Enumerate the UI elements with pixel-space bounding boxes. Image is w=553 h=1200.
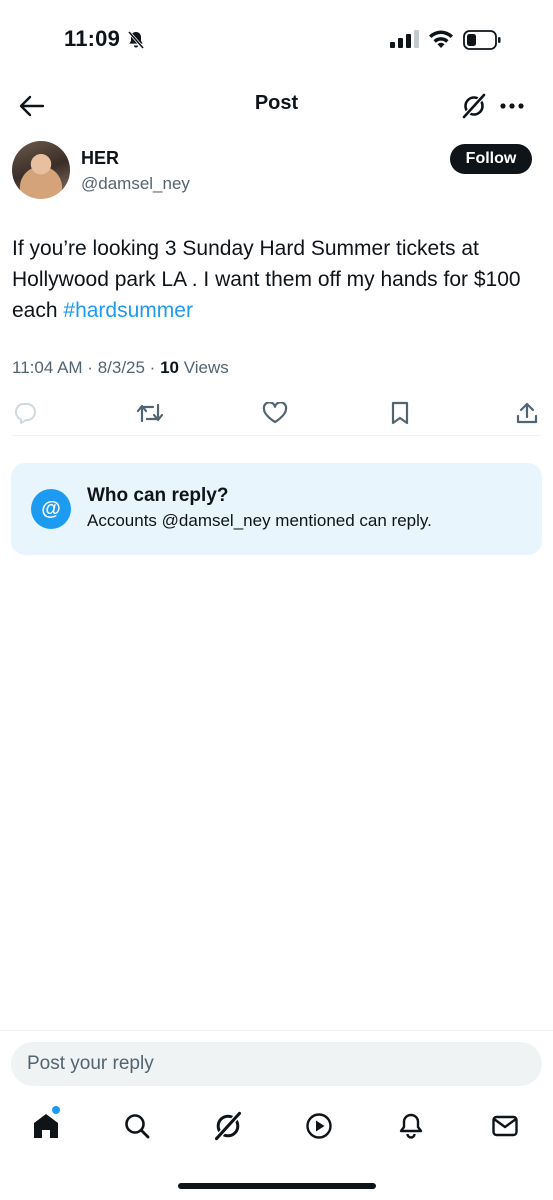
status-time: 11:09 bbox=[64, 26, 121, 51]
post-date: 8/3/25 bbox=[97, 358, 145, 377]
signal-icon bbox=[390, 30, 419, 48]
avatar[interactable] bbox=[12, 141, 70, 199]
divider bbox=[12, 435, 541, 436]
hashtag-link[interactable]: #hardsummer bbox=[63, 299, 193, 322]
repost-button[interactable] bbox=[133, 396, 167, 430]
post-time: 11:04 AM bbox=[12, 358, 83, 377]
reply-icon bbox=[14, 403, 36, 424]
wifi-icon bbox=[429, 30, 453, 48]
like-button[interactable] bbox=[258, 396, 292, 430]
messages-icon bbox=[492, 1115, 518, 1137]
post-meta: 11:04 AM · 8/3/25 · 10 Views bbox=[12, 358, 229, 377]
more-icon bbox=[500, 103, 524, 109]
nav-messages[interactable] bbox=[485, 1106, 525, 1146]
grok-icon bbox=[214, 1111, 242, 1141]
views-count: 10 bbox=[160, 358, 179, 377]
nav-video[interactable] bbox=[299, 1106, 339, 1146]
home-indicator bbox=[178, 1183, 376, 1189]
at-sign-icon: @ bbox=[31, 489, 71, 529]
views-label: Views bbox=[183, 358, 229, 377]
nav-home[interactable] bbox=[26, 1106, 66, 1146]
grok-icon bbox=[462, 93, 486, 119]
video-icon bbox=[306, 1113, 332, 1139]
share-icon bbox=[516, 402, 538, 424]
action-bar bbox=[0, 396, 553, 430]
home-icon bbox=[34, 1114, 58, 1138]
bell-off-icon bbox=[127, 31, 145, 49]
bookmark-button[interactable] bbox=[383, 396, 417, 430]
composer-divider bbox=[0, 1030, 553, 1031]
who-can-reply-title: Who can reply? bbox=[87, 485, 229, 506]
grok-button[interactable] bbox=[456, 88, 492, 124]
more-options-button[interactable] bbox=[494, 88, 530, 124]
home-notification-dot bbox=[52, 1106, 60, 1114]
reply-button[interactable] bbox=[8, 396, 42, 430]
reply-input[interactable] bbox=[11, 1042, 542, 1086]
nav-grok[interactable] bbox=[208, 1106, 248, 1146]
nav-notifications[interactable] bbox=[391, 1106, 431, 1146]
bookmark-icon bbox=[391, 401, 409, 425]
share-button[interactable] bbox=[510, 396, 544, 430]
who-can-reply-card bbox=[11, 463, 542, 555]
author-handle[interactable]: @damsel_ney bbox=[81, 174, 190, 194]
repost-icon bbox=[136, 403, 164, 423]
follow-button[interactable]: Follow bbox=[450, 144, 532, 174]
search-icon bbox=[125, 1114, 150, 1139]
who-can-reply-description: Accounts @damsel_ney mentioned can reply… bbox=[87, 511, 432, 530]
like-icon bbox=[262, 402, 288, 424]
notifications-icon bbox=[399, 1113, 423, 1139]
battery-icon bbox=[463, 30, 501, 50]
post-text: If you’re looking 3 Sunday Hard Summer t… bbox=[12, 233, 537, 326]
author-name[interactable]: HER bbox=[81, 148, 119, 169]
nav-search[interactable] bbox=[117, 1106, 157, 1146]
